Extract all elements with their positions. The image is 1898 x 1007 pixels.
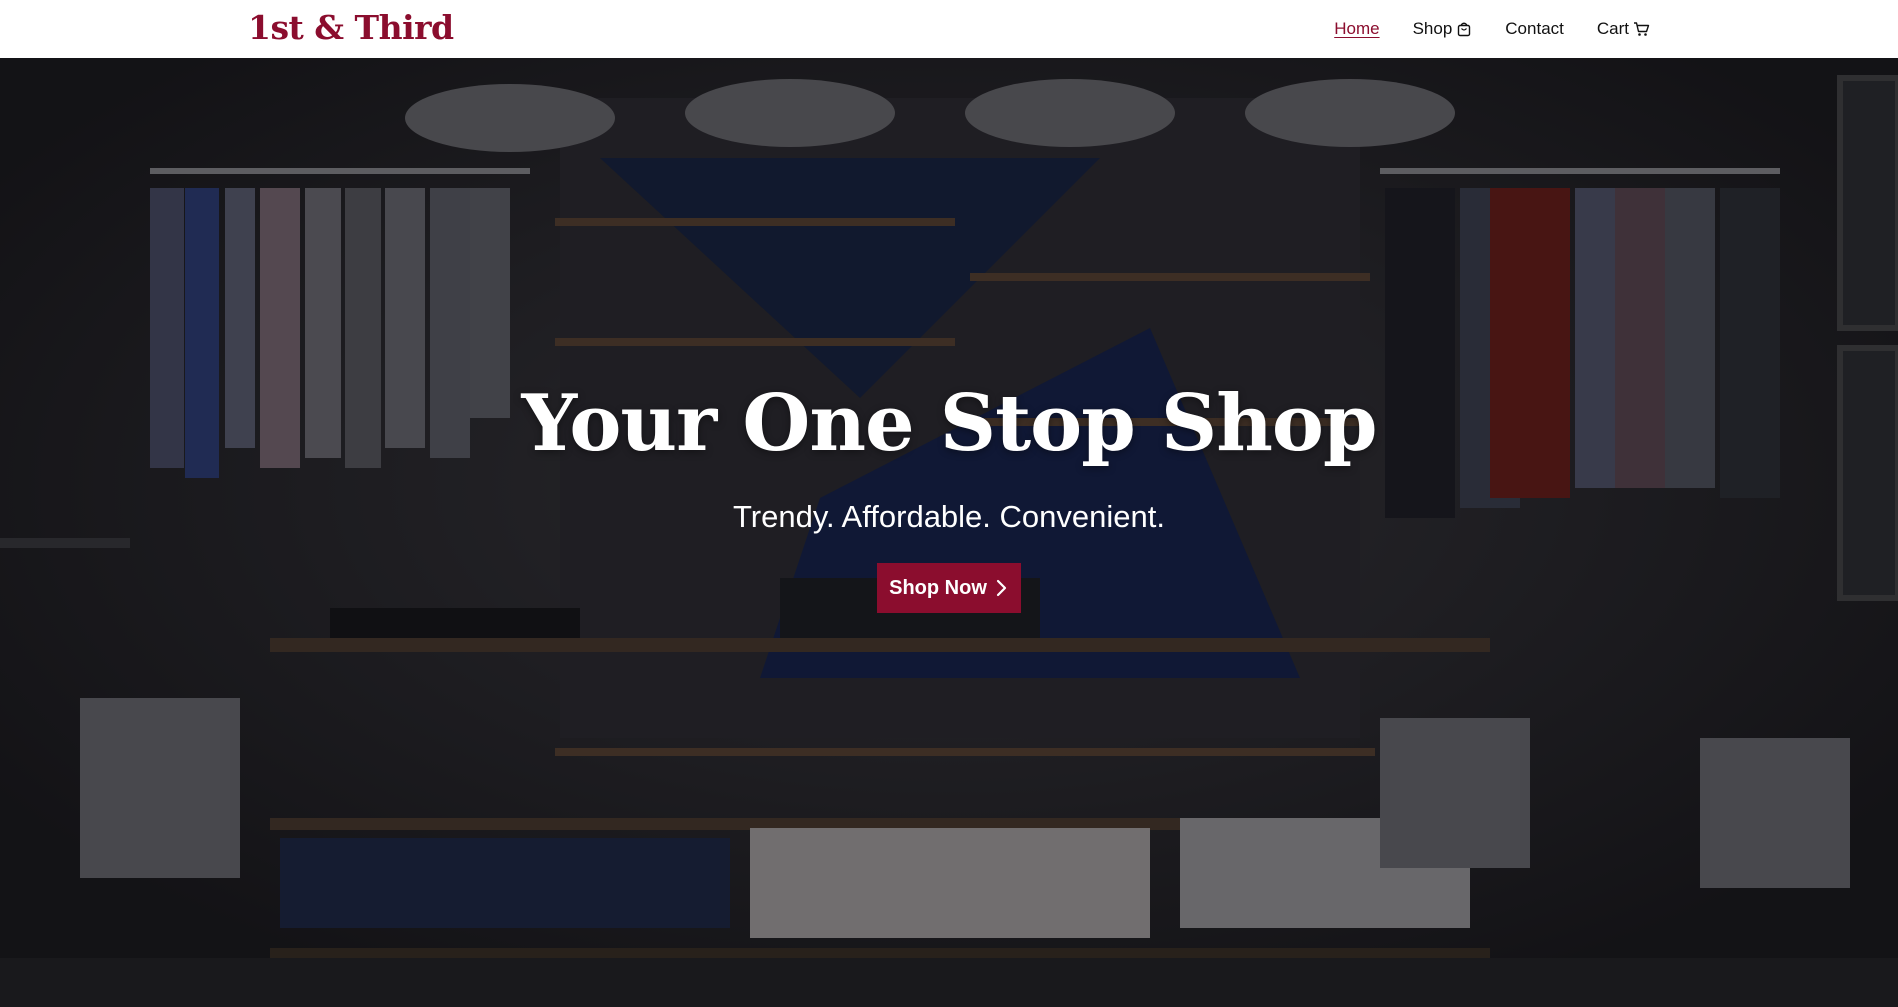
nav-cart-label: Cart	[1596, 19, 1629, 38]
hero-subtitle: Trendy. Affordable. Convenient.	[733, 499, 1165, 534]
cart-icon	[1634, 22, 1650, 36]
shop-now-button[interactable]: Shop Now	[877, 563, 1021, 613]
nav-shop-label: Shop	[1412, 19, 1453, 38]
hero-content: Your One Stop Shop Trendy. Affordable. C…	[0, 58, 1898, 1007]
main-nav: Home Shop Contact Cart	[1334, 0, 1650, 58]
nav-shop[interactable]: Shop	[1413, 19, 1473, 39]
hero-banner: Your One Stop Shop Trendy. Affordable. C…	[0, 58, 1898, 1007]
nav-contact-label: Contact	[1505, 19, 1564, 38]
hero-title: Your One Stop Shop	[521, 378, 1377, 469]
shopping-bag-icon	[1458, 22, 1471, 37]
nav-contact[interactable]: Contact	[1505, 19, 1564, 39]
shop-now-label: Shop Now	[889, 576, 987, 599]
chevron-right-icon	[996, 579, 1006, 597]
nav-cart[interactable]: Cart	[1597, 19, 1650, 39]
logo[interactable]: 1st & Third	[248, 8, 454, 47]
nav-home-label: Home	[1334, 19, 1380, 38]
nav-home[interactable]: Home	[1334, 19, 1379, 39]
site-header: 1st & Third Home Shop Contact Cart	[0, 0, 1898, 58]
